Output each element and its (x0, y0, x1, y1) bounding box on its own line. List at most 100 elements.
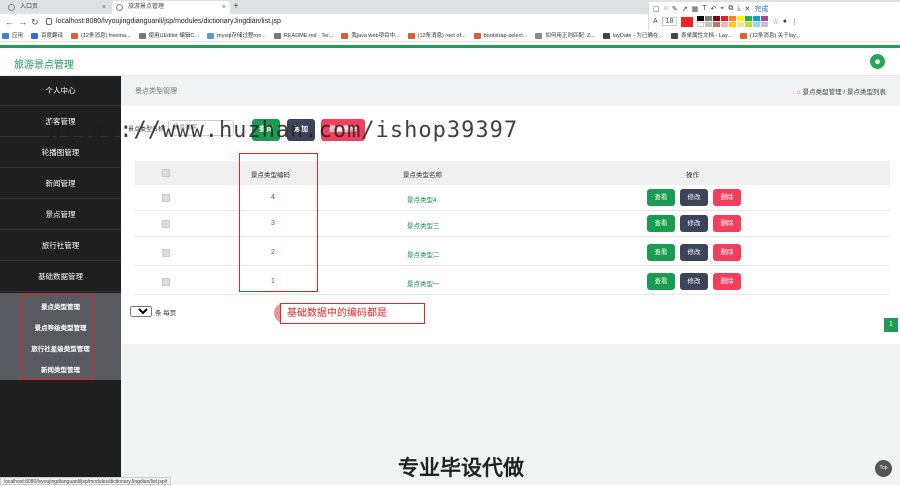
bookmark-item[interactable]: README.md · Ter... (272, 30, 333, 41)
bookmark-item[interactable]: mysql存储过程roo... (205, 30, 266, 41)
annotation-highlight-submenu (20, 294, 93, 380)
edit-button[interactable]: 修改 (680, 244, 708, 261)
new-tab-button[interactable]: + (233, 0, 239, 13)
cell-name: 景点类型一 (407, 281, 440, 288)
pen-tool-icon[interactable]: ✎ (672, 5, 678, 13)
header-accent-bar (0, 45, 900, 48)
delete-button[interactable]: 删除 (713, 215, 741, 232)
browser-tab-entry[interactable]: 入口页 × (4, 1, 110, 14)
cell-name: 景点类型二 (407, 252, 440, 259)
save-icon[interactable]: ⤓ (737, 5, 740, 13)
sidebar-item-scenic-spots[interactable]: 景点管理 (0, 200, 121, 230)
page-title: 景点类型管理 (135, 88, 177, 95)
delete-button[interactable]: 删除 (713, 189, 741, 206)
sidebar-item-news[interactable]: 新闻管理 (0, 169, 121, 199)
edit-button[interactable]: 修改 (680, 189, 708, 206)
user-icon[interactable]: ☻ (870, 54, 885, 69)
view-button[interactable]: 查看 (647, 215, 675, 232)
annotation-note: 基础数据中的编码都是 (280, 303, 425, 324)
rect-tool-icon[interactable]: ▢ (653, 5, 660, 13)
page-size-suffix: 条 每页 (155, 309, 177, 317)
column-header-actions: 操作 (686, 172, 699, 179)
undo-icon[interactable]: ↶ (711, 5, 717, 13)
cell-name: 景点类型三 (407, 223, 440, 230)
cancel-icon[interactable]: ✕ (744, 5, 750, 13)
tab-label: 入口页 (20, 4, 39, 10)
mosaic-tool-icon[interactable]: ▦ (692, 5, 699, 13)
reload-icon[interactable]: ↻ (31, 16, 39, 28)
address-url: localhost:8080/lvyoujingdianguanli/jsp/m… (56, 18, 281, 25)
watermark-url: https://www.huzhan.com/ishop39397 (48, 118, 519, 143)
back-to-top-button[interactable]: Top (875, 460, 892, 477)
bookmark-item[interactable]: 百度翻译 (29, 30, 63, 41)
row-checkbox[interactable] (162, 220, 170, 228)
bookmark-item[interactable]: bootstrap-select... (472, 30, 527, 41)
address-bar[interactable]: localhost:8080/lvyoujingdianguanli/jsp/m… (44, 16, 644, 28)
row-checkbox[interactable] (162, 278, 170, 286)
watermark-text: 专业毕设代做 (398, 457, 524, 480)
arrow-tool-icon[interactable]: ↗ (682, 5, 688, 13)
annotation-highlight-code-column (239, 153, 318, 292)
text-tool-icon[interactable]: T (702, 5, 706, 12)
breadcrumb-path: 景点类型管理 / 景点类型列表 (802, 89, 886, 96)
sidebar-item-label: 新闻管理 (45, 179, 76, 188)
selected-color-swatch[interactable] (681, 16, 694, 27)
app-header: 旅游景点管理 ☻ (0, 45, 900, 76)
sidebar-item-label: 旅行社管理 (41, 241, 80, 250)
view-button[interactable]: 查看 (647, 189, 675, 206)
profile-icon[interactable]: ● (783, 18, 787, 25)
copy-icon[interactable]: ⧉ (728, 5, 733, 13)
pin-icon[interactable]: ⌖ (720, 5, 724, 13)
edit-button[interactable]: 修改 (680, 273, 708, 290)
done-button[interactable]: 完成 (754, 4, 768, 14)
cell-name: 景点类型4 (407, 197, 437, 204)
delete-button[interactable]: 删除 (713, 244, 741, 261)
font-size-select[interactable]: 18 (661, 17, 678, 26)
sidebar-item-personal-center[interactable]: 个人中心 (0, 76, 121, 106)
row-checkbox[interactable] (162, 194, 170, 202)
select-all-checkbox[interactable] (162, 169, 170, 177)
info-icon (46, 18, 52, 25)
sidebar-item-base-data[interactable]: 基础数据管理 (0, 262, 121, 292)
sidebar-item-label: 景点管理 (45, 210, 76, 219)
home-icon[interactable]: ⌂ (796, 89, 800, 96)
page-number-button[interactable]: 1 (884, 318, 898, 332)
bookmark-item[interactable]: 应用 (0, 30, 23, 41)
bookmark-item[interactable]: (12条消息) root of... (406, 30, 466, 41)
tab-label: 旅游景点管理 (128, 4, 165, 10)
column-header-name: 景点类型名称 (403, 172, 442, 179)
page-size-select[interactable]: 10 (130, 306, 152, 317)
close-icon[interactable]: × (222, 1, 226, 14)
row-checkbox[interactable] (162, 249, 170, 257)
menu-icon[interactable]: ⋮ (791, 18, 798, 26)
edit-button[interactable]: 修改 (680, 215, 708, 232)
star-icon[interactable]: ☆ (772, 18, 778, 26)
bookmark-item[interactable]: layDate - 为已确在... (601, 30, 663, 41)
status-bar-url: localhost:8080/lvyoujingdianguanli/jsp/m… (0, 477, 172, 485)
forward-icon[interactable]: → (18, 16, 27, 28)
view-button[interactable]: 查看 (647, 273, 675, 290)
annotation-toolbar: ▢ ○ ✎ ↗ ▦ T ↶ ⌖ ⧉ ⤓ ✕ 完成 A 18 ☆ ● ⋮ (648, 2, 900, 30)
color-palette[interactable] (697, 16, 769, 27)
sidebar-item-travel-agencies[interactable]: 旅行社管理 (0, 231, 121, 261)
bookmark-item[interactable]: (12条消息) freema... (69, 30, 131, 41)
breadcrumb: ⌂ 景点类型管理 / 景点类型列表 (796, 86, 886, 96)
page-icon (8, 4, 15, 11)
view-button[interactable]: 查看 (647, 244, 675, 261)
browser-tab-active[interactable]: 旅游景点管理 × (112, 1, 230, 14)
bookmark-item[interactable]: (12条消息) 关于lay... (738, 30, 800, 41)
back-icon[interactable]: ← (5, 16, 14, 28)
bookmark-item[interactable]: 如何用正则匹配: Z... (533, 30, 595, 41)
app-title: 旅游景点管理 (14, 60, 74, 71)
bookmark-item[interactable]: 我java web项目中... (339, 30, 400, 41)
delete-button[interactable]: 删除 (713, 273, 741, 290)
page-icon (116, 4, 123, 11)
ellipse-tool-icon[interactable]: ○ (664, 5, 668, 12)
bookmark-item[interactable]: 表单属性文档 - Lay... (669, 30, 732, 41)
bookmarks-bar: 应用 百度翻译 (12条消息) freema... 使用UEditor 编辑C... m… (0, 30, 900, 42)
close-icon[interactable]: × (102, 1, 106, 14)
sidebar-item-label: 基础数据管理 (38, 272, 83, 281)
bookmark-item[interactable]: 使用UEditor 编辑C... (137, 30, 199, 41)
sidebar-item-label: 个人中心 (45, 86, 76, 95)
font-icon: A (653, 18, 658, 25)
